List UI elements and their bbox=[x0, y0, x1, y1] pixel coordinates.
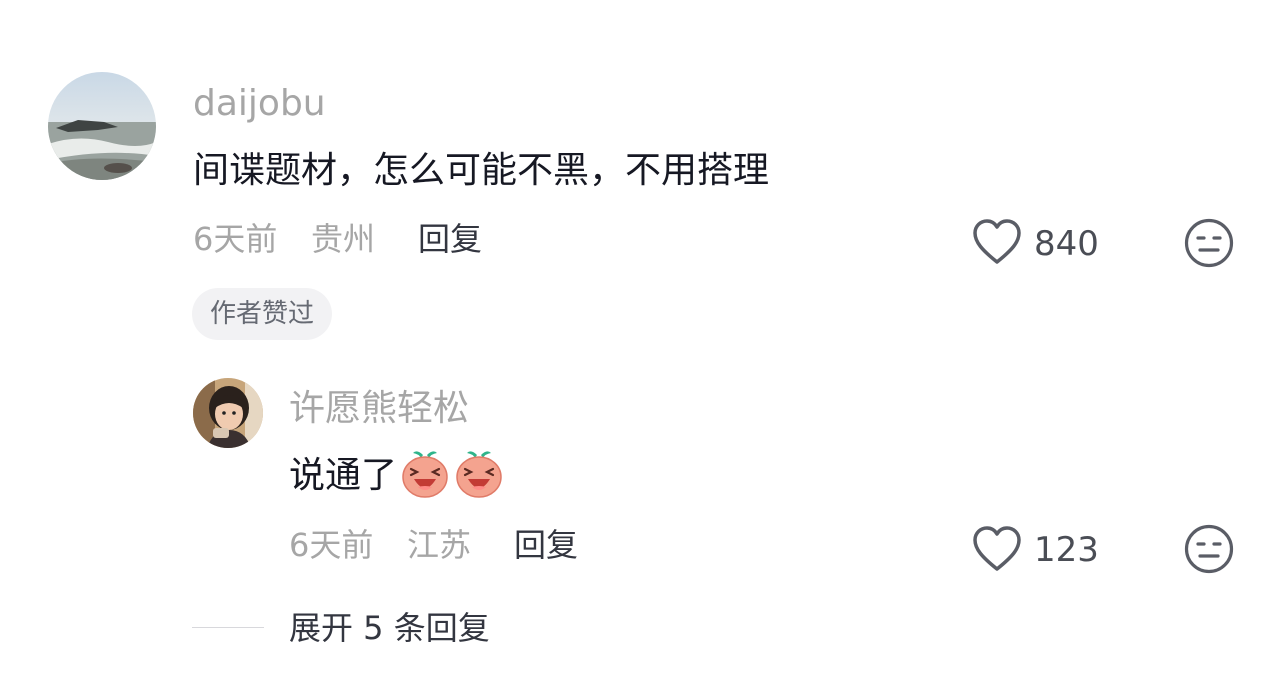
comment-location: 贵州 bbox=[311, 220, 376, 258]
reply-location: 江苏 bbox=[407, 526, 472, 564]
author-liked-badge: 作者赞过 bbox=[192, 288, 333, 340]
expand-replies-button[interactable]: 展开 5 条回复 bbox=[289, 612, 490, 644]
like-count: 123 bbox=[1034, 530, 1099, 570]
reply-username[interactable]: 许愿熊轻松 bbox=[289, 391, 469, 427]
reply-time: 6天前 bbox=[289, 526, 374, 564]
heart-icon[interactable] bbox=[972, 525, 1022, 573]
reply-text: 说通了 bbox=[289, 455, 398, 496]
reply-button[interactable]: 回复 bbox=[514, 529, 578, 561]
laughing-peach-emoji bbox=[453, 447, 505, 506]
reply-text-row: 说通了 bbox=[289, 448, 505, 504]
laughing-peach-emoji bbox=[399, 447, 451, 506]
comment-text: 间谍题材，怎么可能不黑，不用搭理 bbox=[193, 150, 770, 191]
avatar[interactable] bbox=[48, 72, 156, 180]
comment-time: 6天前 bbox=[193, 220, 278, 258]
divider bbox=[192, 627, 264, 628]
heart-icon[interactable] bbox=[972, 218, 1022, 266]
like-count: 840 bbox=[1034, 224, 1099, 264]
comment-username[interactable]: daijobu bbox=[193, 86, 326, 122]
avatar[interactable] bbox=[193, 378, 263, 448]
unimpressed-face-icon[interactable] bbox=[1184, 524, 1234, 574]
reply-button[interactable]: 回复 bbox=[418, 223, 482, 255]
unimpressed-face-icon[interactable] bbox=[1184, 218, 1234, 268]
